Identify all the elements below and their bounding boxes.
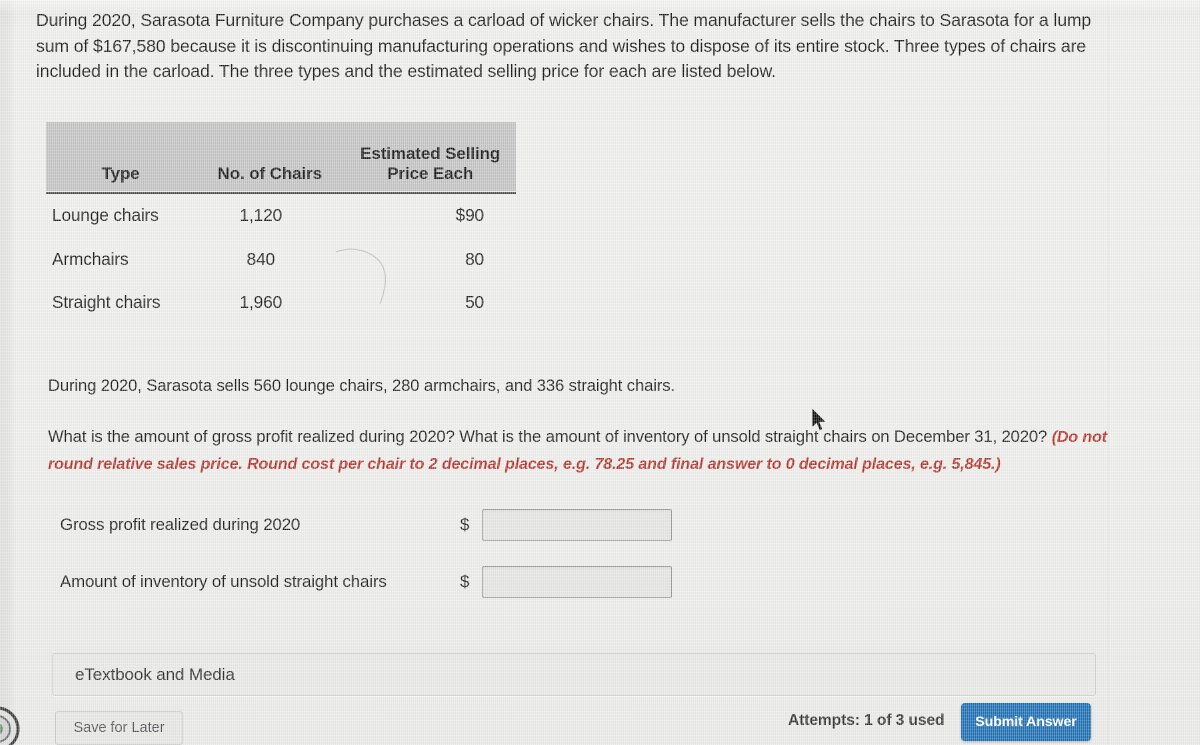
table-row: Lounge chairs 1,120 $90	[46, 194, 516, 238]
problem-statement: During 2020, Sarasota Furniture Company …	[36, 10, 1092, 81]
question-body: What is the amount of gross profit reali…	[48, 427, 1052, 446]
column-header-type: Type	[46, 122, 196, 191]
etextbook-and-media-bar[interactable]: eTextbook and Media	[52, 653, 1096, 696]
exercise-screen: During 2020, Sarasota Furniture Company …	[0, 0, 1200, 745]
question-text: What is the amount of gross profit reali…	[48, 424, 1108, 478]
submit-answer-button[interactable]: Submit Answer	[961, 703, 1091, 741]
answer-label-unsold-inventory: Amount of inventory of unsold straight c…	[60, 572, 387, 591]
table-header-row: Type No. of Chairs Estimated Selling Pri…	[46, 122, 516, 191]
cell-number: 1,960	[239, 292, 283, 313]
sales-statement: During 2020, Sarasota sells 560 lounge c…	[48, 376, 675, 395]
currency-symbol: $	[460, 515, 470, 534]
answer-label-gross-profit: Gross profit realized during 2020	[60, 515, 301, 534]
cell-number: 840	[246, 248, 275, 269]
table-row: Straight chairs 1,960 50	[46, 281, 516, 325]
cell-price: $90	[455, 205, 484, 226]
column-header-price-line1: Estimated Selling	[360, 144, 501, 163]
table-row: Armchairs 840 80	[46, 238, 516, 282]
cell-price: 80	[465, 248, 484, 269]
currency-symbol: $	[460, 572, 470, 591]
gross-profit-input[interactable]	[482, 509, 672, 541]
cell-type: Lounge chairs	[52, 205, 159, 226]
attempts-status: Attempts: 1 of 3 used	[788, 712, 945, 729]
column-header-number: No. of Chairs	[195, 122, 345, 191]
column-header-price: Estimated Selling Price Each	[344, 122, 516, 191]
etextbook-label: eTextbook and Media	[75, 664, 235, 684]
answer-row-unsold-inventory: Amount of inventory of unsold straight c…	[60, 566, 672, 598]
answer-row-gross-profit: Gross profit realized during 2020 $	[60, 509, 672, 541]
cell-type: Straight chairs	[52, 292, 161, 313]
cell-type: Armchairs	[52, 248, 129, 269]
chair-types-table: Type No. of Chairs Estimated Selling Pri…	[46, 122, 516, 325]
table-body: Lounge chairs 1,120 $90 Armchairs 840 80…	[46, 194, 516, 325]
save-for-later-button[interactable]: Save for Later	[55, 711, 183, 745]
table: Type No. of Chairs Estimated Selling Pri…	[46, 122, 516, 325]
column-header-price-line2: Price Each	[387, 164, 474, 183]
cell-number: 1,120	[239, 205, 283, 226]
cell-price: 50	[465, 292, 484, 313]
page-right-edge	[1108, 0, 1111, 745]
unsold-inventory-input[interactable]	[482, 566, 672, 598]
camera-lens-artifact	[0, 706, 20, 745]
table-head: Type No. of Chairs Estimated Selling Pri…	[46, 122, 516, 194]
